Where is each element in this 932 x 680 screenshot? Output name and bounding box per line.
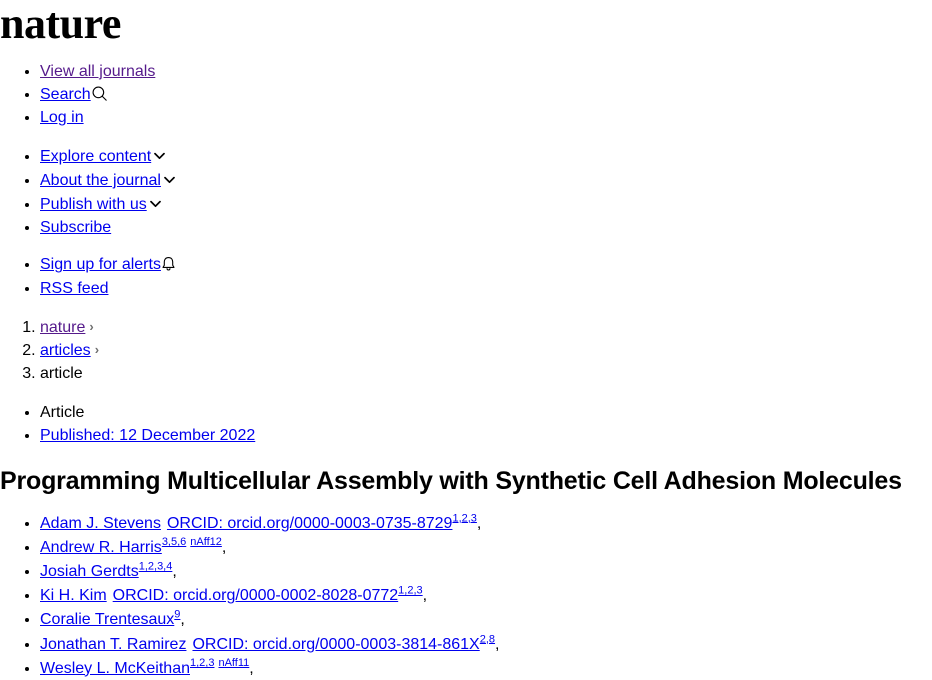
breadcrumb-link-nature[interactable]: nature [40, 319, 85, 336]
author-separator: , [422, 587, 428, 605]
breadcrumb: nature› articles› article [0, 316, 932, 386]
secondary-nav: Explore content About the journal Publis… [0, 144, 932, 240]
nav-item-rss-feed: RSS feed [40, 277, 932, 300]
author-item: Jonathan T. Ramirez ORCID: orcid.org/0000… [40, 633, 932, 656]
author-affiliation-markers: 2,8 [480, 633, 495, 645]
meta-item-published: Published: 12 December 2022 [40, 424, 932, 447]
published-date-link[interactable]: Published: 12 December 2022 [40, 427, 255, 444]
meta-item-type: Article [40, 401, 932, 424]
author-affiliation-markers: 1,2,3,4 [139, 561, 173, 573]
author-orcid-link[interactable]: ORCID: orcid.org/0000-0003-3814-861X [192, 636, 479, 653]
link-subscribe[interactable]: Subscribe [40, 219, 111, 236]
primary-nav: View all journals Search Log in [0, 60, 932, 130]
author-item: Josiah Gerdts1,2,3,4, [40, 560, 932, 583]
nav-item-view-all-journals: View all journals [40, 60, 932, 83]
author-separator: , [249, 659, 254, 677]
breadcrumb-separator-icon: › [89, 318, 94, 334]
breadcrumb-item-nature: nature› [40, 316, 932, 339]
link-search[interactable]: Search [40, 86, 91, 103]
link-log-in[interactable]: Log in [40, 109, 84, 126]
breadcrumb-link-articles[interactable]: articles [40, 342, 91, 359]
author-separator: , [172, 563, 177, 580]
breadcrumb-item-articles: articles› [40, 339, 932, 362]
author-affiliation-markers: 1,2,3 [398, 585, 422, 597]
link-view-all-journals[interactable]: View all journals [40, 63, 155, 80]
affiliation-link[interactable]: 1,2,3,4 [139, 561, 173, 573]
extra-affiliation-link[interactable]: nAff12 [190, 536, 222, 548]
author-name-link[interactable]: Andrew R. Harris [40, 539, 162, 556]
link-sign-up-for-alerts[interactable]: Sign up for alerts [40, 256, 161, 273]
author-list: Adam J. Stevens ORCID: orcid.org/0000-000… [0, 512, 932, 680]
site-masthead: nature [0, 0, 932, 46]
author-name-link[interactable]: Wesley L. McKeithan [40, 660, 190, 677]
author-item: Wesley L. McKeithan1,2,3nAff11, [40, 657, 932, 680]
author-separator: , [180, 611, 185, 629]
author-separator: , [221, 538, 227, 556]
chevron-down-icon[interactable] [164, 168, 175, 191]
author-orcid-link[interactable]: ORCID: orcid.org/0000-0002-8028-0772 [113, 587, 399, 604]
breadcrumb-separator-icon: › [94, 341, 100, 357]
breadcrumb-item-article: article [40, 362, 932, 385]
chevron-down-icon[interactable] [154, 144, 166, 167]
author-item: Ki H. Kim ORCID: orcid.org/0000-0002-8028… [40, 584, 932, 607]
nav-item-sign-up-for-alerts: Sign up for alerts [40, 253, 932, 276]
author-item: Adam J. Stevens ORCID: orcid.org/0000-000… [40, 512, 932, 535]
author-separator: , [476, 514, 482, 532]
author-item: Coralie Trentesaux9, [40, 608, 932, 631]
author-name-link[interactable]: Coralie Trentesaux [40, 611, 174, 628]
chevron-down-icon[interactable] [149, 192, 161, 215]
nav-item-about-the-journal: About the journal [40, 168, 932, 192]
nav-item-subscribe: Subscribe [40, 216, 932, 239]
breadcrumb-current-label: article [40, 365, 83, 383]
author-item: Andrew R. Harris3,5,6 nAff12, [40, 536, 932, 559]
page-title: Programming Multicellular Assembly with … [0, 466, 902, 495]
author-separator: , [495, 635, 500, 653]
article-page: nature View all journals Search Log in E… [0, 0, 932, 680]
nav-item-search: Search [40, 83, 932, 106]
link-about-the-journal[interactable]: About the journal [40, 172, 161, 189]
author-affiliation-markers: 1,2,3 [452, 512, 476, 524]
affiliation-link[interactable]: 3,5,6 [162, 536, 186, 548]
alerts-nav: Sign up for alerts RSS feed [0, 253, 932, 299]
link-publish-with-us[interactable]: Publish with us [40, 196, 147, 213]
article-meta-list: Article Published: 12 December 2022 [0, 401, 932, 447]
bell-icon[interactable] [161, 256, 176, 272]
nature-logo[interactable]: nature [0, 0, 932, 46]
link-explore-content[interactable]: Explore content [40, 148, 151, 165]
author-name-link[interactable]: Ki H. Kim [40, 587, 107, 604]
author-affiliation-markers: 3,5,6 nAff12 [162, 536, 222, 548]
nav-item-log-in: Log in [40, 106, 932, 129]
affiliation-link[interactable]: 1,2,3 [452, 512, 476, 524]
affiliation-link[interactable]: 2,8 [480, 633, 495, 645]
nav-item-publish-with-us: Publish with us [40, 192, 932, 216]
author-name-link[interactable]: Josiah Gerdts [40, 563, 139, 580]
article-type-label: Article [40, 404, 85, 422]
author-name-link[interactable]: Adam J. Stevens [40, 515, 161, 532]
author-orcid-link[interactable]: ORCID: orcid.org/0000-0003-0735-8729 [167, 515, 453, 532]
author-name-link[interactable]: Jonathan T. Ramirez [40, 636, 186, 653]
nav-item-explore-content: Explore content [40, 144, 932, 168]
affiliation-link[interactable]: 1,2,3 [398, 585, 422, 597]
search-icon[interactable] [91, 85, 108, 102]
link-rss-feed[interactable]: RSS feed [40, 280, 108, 297]
